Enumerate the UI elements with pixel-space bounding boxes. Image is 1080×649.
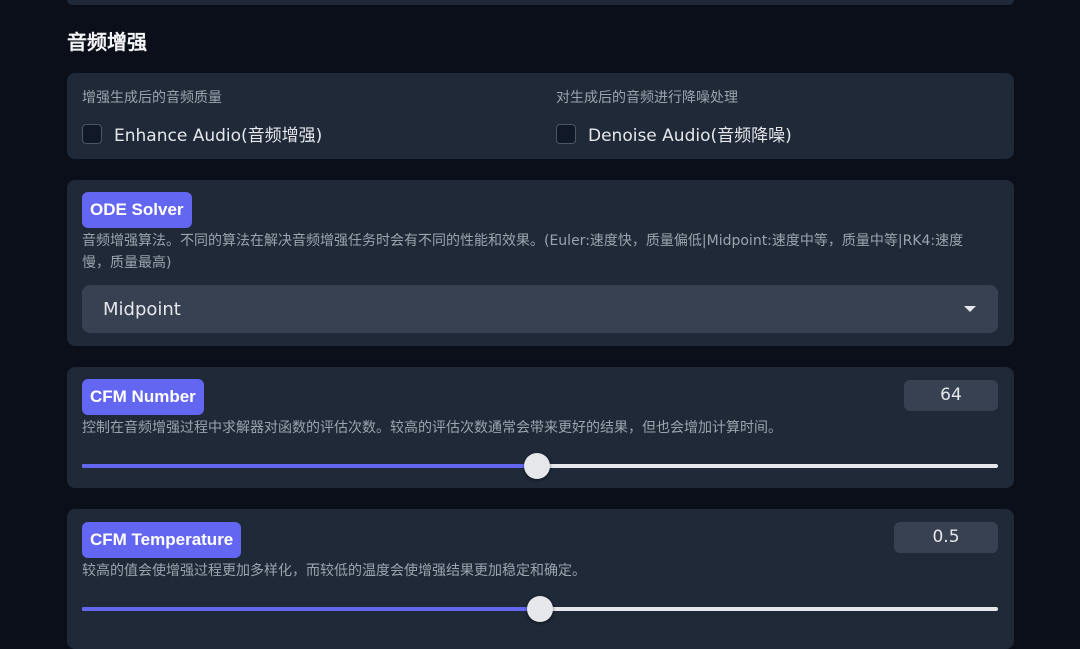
audio-enhance-options-panel: 增强生成后的音频质量 Enhance Audio(音频增强) 对生成后的音频进行… xyxy=(67,73,1014,159)
denoise-audio-label[interactable]: Denoise Audio(音频降噪) xyxy=(588,121,792,146)
cfm-number-input[interactable]: 64 xyxy=(904,380,998,411)
enhance-audio-checkbox[interactable] xyxy=(82,123,102,144)
cfm-temperature-input[interactable]: 0.5 xyxy=(894,522,998,553)
cfm-number-info: 控制在音频增强过程中求解器对函数的评估次数。较高的评估次数通常会带来更好的结果，… xyxy=(82,420,782,436)
cfm-temperature-slider-thumb[interactable] xyxy=(527,596,553,622)
cfm-number-slider-fill xyxy=(82,464,538,468)
enhance-audio-description: 增强生成后的音频质量 xyxy=(82,90,222,106)
cfm-number-slider-thumb[interactable] xyxy=(524,453,551,479)
denoise-audio-group: 对生成后的音频进行降噪处理 Denoise Audio(音频降噪) xyxy=(556,87,792,146)
denoise-audio-checkbox[interactable] xyxy=(556,123,576,144)
cfm-temperature-label: CFM Temperature xyxy=(82,522,242,558)
ode-solver-label: ODE Solver xyxy=(82,192,192,228)
cfm-temperature-panel: CFM Temperature 0.5 较高的值会使增强过程更加多样化，而较低的… xyxy=(67,509,1014,649)
denoise-audio-description: 对生成后的音频进行降噪处理 xyxy=(556,90,738,106)
enhance-audio-checkbox-row[interactable]: Enhance Audio(音频增强) xyxy=(82,121,322,146)
cfm-number-slider[interactable] xyxy=(82,453,998,479)
enhance-audio-label[interactable]: Enhance Audio(音频增强) xyxy=(114,121,322,146)
ode-solver-panel: ODE Solver 音频增强算法。不同的算法在解决音频增强任务时会有不同的性能… xyxy=(67,180,1014,346)
ode-solver-selected-value: Midpoint xyxy=(103,298,181,320)
denoise-audio-checkbox-row[interactable]: Denoise Audio(音频降噪) xyxy=(556,121,792,146)
ode-solver-info: 音频增强算法。不同的算法在解决音频增强任务时会有不同的性能和效果。(Euler:… xyxy=(82,233,964,271)
chevron-down-icon[interactable] xyxy=(964,306,976,312)
cfm-temperature-slider-fill xyxy=(82,607,540,611)
cfm-number-panel: CFM Number 64 控制在音频增强过程中求解器对函数的评估次数。较高的评… xyxy=(67,367,1014,488)
cfm-temperature-info: 较高的值会使增强过程更加多样化，而较低的温度会使增强结果更加稳定和确定。 xyxy=(82,563,586,579)
enhance-audio-group: 增强生成后的音频质量 Enhance Audio(音频增强) xyxy=(82,87,322,146)
section-title: 音频增强 xyxy=(67,30,147,54)
cfm-number-label: CFM Number xyxy=(82,379,204,415)
ode-solver-dropdown[interactable]: Midpoint xyxy=(82,285,998,333)
cfm-temperature-slider[interactable] xyxy=(82,596,998,622)
previous-panel-edge xyxy=(67,0,1014,5)
